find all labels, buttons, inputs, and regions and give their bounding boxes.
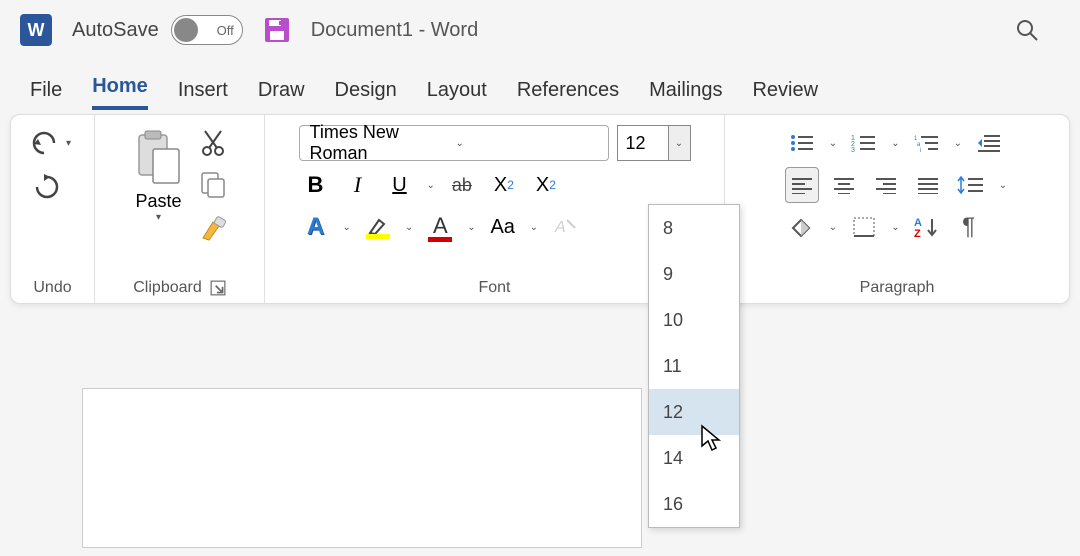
group-paragraph: ⌄ 123 ⌄ 1ai ⌄ ⌄ ⌄ (725, 115, 1069, 303)
underline-button[interactable]: U (383, 167, 417, 203)
svg-text:i: i (920, 148, 921, 153)
group-label-paragraph: Paragraph (860, 275, 935, 299)
tab-file[interactable]: File (30, 79, 62, 110)
group-label-undo: Undo (33, 275, 71, 299)
font-color-button[interactable]: A (423, 209, 457, 245)
chevron-down-icon[interactable]: ⌄ (827, 222, 839, 233)
chevron-down-icon: ▾ (64, 138, 73, 149)
sort-button[interactable]: AZ (910, 209, 944, 245)
paste-split[interactable]: Paste (135, 191, 181, 212)
chevron-down-icon[interactable]: ⌄ (997, 180, 1009, 191)
save-icon[interactable] (263, 16, 291, 44)
tab-layout[interactable]: Layout (427, 79, 487, 110)
font-size-dropdown-list: 8 9 10 11 12 14 16 (648, 204, 740, 528)
font-size-option[interactable]: 16 (649, 481, 739, 527)
font-size-option[interactable]: 8 (649, 205, 739, 251)
strikethrough-button[interactable]: ab (445, 167, 479, 203)
copy-button[interactable] (197, 169, 229, 201)
chevron-down-icon[interactable]: ⌄ (341, 222, 353, 233)
shading-button[interactable] (785, 209, 819, 245)
decrease-indent-button[interactable] (972, 125, 1006, 161)
ribbon-tabs: File Home Insert Draw Design Layout Refe… (0, 60, 1080, 110)
font-size-option[interactable]: 12 (649, 389, 739, 435)
line-spacing-button[interactable] (953, 167, 989, 203)
chevron-down-icon[interactable]: ⌄ (889, 138, 901, 149)
highlight-color-bar (366, 234, 390, 239)
autosave-label: AutoSave (72, 19, 159, 42)
tab-references[interactable]: References (517, 79, 619, 110)
tab-insert[interactable]: Insert (178, 79, 228, 110)
chevron-down-icon[interactable]: ⌄ (403, 222, 415, 233)
align-center-button[interactable] (827, 167, 861, 203)
justify-button[interactable] (911, 167, 945, 203)
change-case-button[interactable]: Aa (486, 209, 520, 245)
toggle-state-label: Off (217, 23, 234, 38)
tab-draw[interactable]: Draw (258, 79, 305, 110)
numbering-button[interactable]: 123 (847, 125, 881, 161)
align-left-button[interactable] (785, 167, 819, 203)
chevron-down-icon[interactable]: ⌄ (827, 138, 839, 149)
document-title: Document1 - Word (311, 19, 478, 42)
font-size-dropdown-button[interactable]: ⌄ (669, 125, 691, 161)
autosave-toggle[interactable]: Off (171, 15, 243, 45)
chevron-down-icon[interactable]: ⌄ (425, 180, 437, 191)
highlight-button[interactable] (361, 209, 395, 245)
group-label-font: Font (478, 275, 510, 299)
toggle-knob (174, 18, 198, 42)
font-size-value: 12 (626, 133, 646, 154)
chevron-down-icon[interactable]: ⌄ (465, 222, 477, 233)
group-clipboard: Paste ▾ Clipboard (95, 115, 265, 303)
chevron-down-icon: ⌄ (454, 138, 602, 149)
svg-text:3: 3 (851, 147, 855, 153)
text-effects-button[interactable]: A (299, 209, 333, 245)
cut-button[interactable] (197, 127, 229, 159)
chevron-down-icon: ⌄ (673, 138, 685, 149)
font-name-combo[interactable]: Times New Roman ⌄ (299, 125, 609, 161)
chevron-down-icon[interactable]: ⌄ (528, 222, 540, 233)
superscript-button[interactable]: X2 (529, 167, 563, 203)
title-bar: W AutoSave Off Document1 - Word (0, 0, 1080, 60)
clear-formatting-button[interactable]: A (548, 209, 582, 245)
font-size-option[interactable]: 14 (649, 435, 739, 481)
tab-review[interactable]: Review (752, 79, 818, 110)
font-size-option[interactable]: 11 (649, 343, 739, 389)
group-label-clipboard: Clipboard (133, 275, 225, 299)
group-undo: ▾ Undo (11, 115, 95, 303)
chevron-down-icon[interactable]: ⌄ (889, 222, 901, 233)
document-page[interactable] (82, 388, 642, 548)
undo-button[interactable]: ▾ (28, 127, 77, 159)
tab-mailings[interactable]: Mailings (649, 79, 722, 110)
svg-text:A: A (554, 219, 566, 236)
search-icon[interactable] (1014, 17, 1040, 43)
bullets-button[interactable] (785, 125, 819, 161)
align-right-button[interactable] (869, 167, 903, 203)
format-painter-button[interactable] (197, 211, 229, 243)
chevron-down-icon[interactable]: ⌄ (952, 138, 964, 149)
chevron-down-icon[interactable]: ▾ (154, 212, 163, 223)
paste-label: Paste (135, 191, 181, 212)
autosave-control: AutoSave Off (72, 15, 243, 45)
font-size-option[interactable]: 9 (649, 251, 739, 297)
font-color-bar (428, 237, 452, 242)
ribbon: ▾ Undo Paste ▾ (10, 114, 1070, 304)
show-hide-marks-button[interactable]: ¶ (952, 209, 986, 245)
word-app-icon: W (20, 14, 52, 46)
multilevel-list-button[interactable]: 1ai (910, 125, 944, 161)
dialog-launcher-icon[interactable] (210, 280, 226, 296)
svg-text:Z: Z (914, 228, 921, 238)
paste-button[interactable] (131, 127, 187, 191)
bold-button[interactable]: B (299, 167, 333, 203)
tab-design[interactable]: Design (335, 79, 397, 110)
borders-button[interactable] (847, 209, 881, 245)
italic-button[interactable]: I (341, 167, 375, 203)
tab-home[interactable]: Home (92, 75, 148, 110)
repeat-button[interactable] (28, 169, 77, 205)
subscript-button[interactable]: X2 (487, 167, 521, 203)
font-name-value: Times New Roman (310, 122, 454, 164)
font-size-option[interactable]: 10 (649, 297, 739, 343)
font-size-combo[interactable]: 12 (617, 125, 669, 161)
